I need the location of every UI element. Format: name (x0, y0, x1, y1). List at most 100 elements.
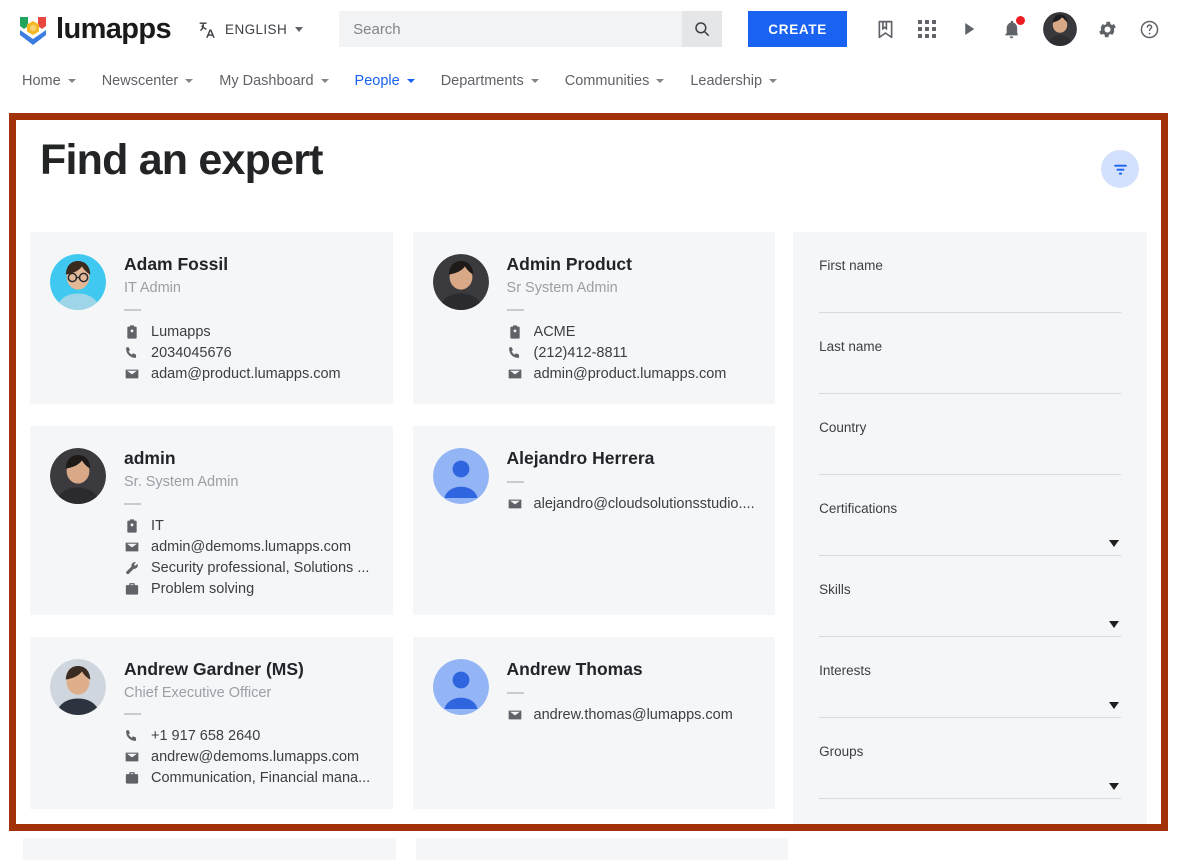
nav-item-departments[interactable]: Departments (441, 73, 539, 91)
filter-control-country[interactable] (819, 441, 1121, 475)
avatar[interactable] (432, 254, 489, 310)
person-field: +1 917 658 2640 (124, 728, 373, 744)
play-icon[interactable] (957, 17, 981, 41)
avatar[interactable] (50, 658, 106, 715)
filter-control-groups[interactable] (819, 765, 1121, 799)
chevron-down-icon (406, 79, 415, 83)
person-card[interactable]: Alejandro Herrera alejandro@cloudsolutio… (412, 426, 776, 615)
avatar[interactable] (432, 448, 489, 504)
nav-label: Communities (564, 73, 650, 89)
person-field: alejandro@cloudsolutionsstudio.... (507, 496, 756, 512)
person-role: IT Admin (124, 279, 181, 296)
email-icon (507, 707, 523, 723)
person-card[interactable]: Andrew Thomas andrew.thomas@lumapps.com (412, 636, 776, 809)
next-results-row-partial (23, 838, 788, 860)
person-field-text: alejandro@cloudsolutionsstudio.... (533, 495, 755, 512)
badge-icon (124, 518, 140, 534)
filter-input-certifications[interactable] (819, 522, 1121, 555)
person-field: Communication, Financial mana... (124, 770, 373, 786)
nav-label: People (354, 73, 400, 89)
nav-item-my-dashboard[interactable]: My Dashboard (219, 73, 329, 91)
person-role: Chief Executive Officer (124, 684, 272, 701)
filter-control-skills[interactable] (819, 603, 1121, 637)
top-bar: lumapps ENGLISH CREATE (0, 0, 1177, 58)
filter-label: Last name (819, 339, 883, 354)
language-selector[interactable]: ENGLISH (197, 19, 304, 40)
filter-label: Certifications (819, 501, 898, 516)
person-card[interactable]: Admin Product Sr System Admin ACME (212)… (412, 232, 776, 404)
person-field-text: admin@product.lumapps.com (533, 365, 727, 382)
person-role: Sr System Admin (506, 279, 618, 296)
divider (506, 308, 524, 311)
avatar[interactable] (432, 658, 489, 715)
filter-input-skills[interactable] (819, 603, 1121, 636)
email-icon (507, 366, 523, 382)
nav-item-communities[interactable]: Communities (565, 73, 665, 91)
bookmark-icon[interactable] (873, 17, 897, 41)
filter-label: Skills (819, 582, 851, 597)
person-card[interactable]: Adam Fossil IT Admin Lumapps 2034045676 … (30, 232, 393, 404)
filter-label: Country (819, 420, 867, 435)
filter-control-certifications[interactable] (819, 522, 1121, 556)
person-card-partial[interactable] (23, 838, 396, 860)
find-an-expert-widget: Find an expert Adam Fossil IT Admin Luma… (9, 113, 1168, 831)
search-input[interactable] (339, 11, 683, 47)
settings-gear-icon[interactable] (1095, 17, 1119, 41)
person-field-text: andrew@demoms.lumapps.com (151, 749, 360, 766)
chevron-down-icon (1109, 621, 1119, 628)
nav-label: Home (22, 73, 61, 89)
person-card[interactable]: Andrew Gardner (MS) Chief Executive Offi… (30, 636, 393, 809)
notifications-bell-icon[interactable] (999, 16, 1025, 41)
filter-control-interests[interactable] (819, 684, 1121, 718)
person-field: (212)412-8811 (507, 345, 756, 361)
chevron-down-icon (320, 79, 329, 83)
nav-item-home[interactable]: Home (22, 73, 76, 91)
create-button[interactable]: CREATE (748, 11, 847, 47)
person-field: andrew@demoms.lumapps.com (124, 749, 373, 765)
help-circle-icon[interactable] (1137, 17, 1161, 41)
nav-item-people[interactable]: People (355, 73, 415, 91)
chevron-down-icon (530, 79, 539, 83)
badge-icon (124, 324, 140, 340)
person-field-text: Problem solving (151, 580, 255, 597)
filter-field-last-name: Last name (819, 339, 1121, 394)
person-name: Andrew Gardner (MS) (124, 658, 304, 679)
filter-control-last-name[interactable] (819, 360, 1121, 394)
person-field-text: admin@demoms.lumapps.com (151, 538, 352, 555)
person-fields: alejandro@cloudsolutionsstudio.... (507, 496, 756, 512)
nav-item-newscenter[interactable]: Newscenter (102, 73, 194, 91)
chevron-down-icon (185, 79, 194, 83)
nav-item-leadership[interactable]: Leadership (690, 73, 778, 91)
filter-control-first-name[interactable] (819, 279, 1121, 313)
divider (124, 308, 141, 311)
avatar[interactable] (50, 448, 106, 504)
briefcase-icon (124, 581, 140, 597)
phone-icon (124, 728, 140, 744)
filter-input-last-name[interactable] (819, 360, 1121, 393)
brand-logo[interactable]: lumapps (18, 13, 172, 45)
notification-badge (1016, 16, 1025, 25)
filter-input-first-name[interactable] (819, 279, 1121, 312)
apps-grid-icon[interactable] (915, 17, 939, 41)
avatar-photo (432, 254, 489, 310)
person-card-partial[interactable] (415, 838, 788, 860)
filter-field-first-name: First name (819, 258, 1121, 313)
person-name: Andrew Thomas (506, 658, 643, 679)
filter-input-groups[interactable] (819, 765, 1121, 798)
person-field-text: andrew.thomas@lumapps.com (533, 706, 733, 723)
person-field: IT (124, 518, 373, 534)
filter-funnel-icon (1113, 164, 1127, 175)
chevron-down-icon (656, 79, 665, 83)
filter-input-interests[interactable] (819, 684, 1121, 717)
filter-toggle-button[interactable] (1101, 150, 1139, 188)
chevron-down-icon (1109, 540, 1119, 547)
search-submit-button[interactable] (682, 11, 723, 47)
person-field: Security professional, Solutions ... (124, 560, 373, 576)
avatar[interactable] (50, 254, 106, 310)
filter-input-country[interactable] (819, 441, 1121, 474)
person-card[interactable]: admin Sr. System Admin IT admin@demoms.l… (30, 426, 393, 615)
filter-label: First name (819, 258, 883, 273)
global-search[interactable] (339, 11, 723, 47)
person-field-text: ACME (533, 323, 576, 340)
avatar[interactable] (1043, 12, 1077, 46)
